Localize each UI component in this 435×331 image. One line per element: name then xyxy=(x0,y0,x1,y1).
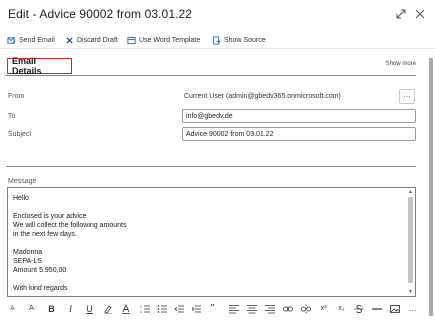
quote-icon[interactable]: ” xyxy=(207,303,218,314)
font-size-increase-icon[interactable]: A ⁺ xyxy=(27,303,38,314)
message-line: Hello xyxy=(13,195,29,202)
image-icon[interactable] xyxy=(389,303,400,314)
strikethrough-icon[interactable] xyxy=(353,303,364,314)
send-email-label: Send Email xyxy=(19,36,55,44)
link-icon[interactable] xyxy=(282,303,293,314)
to-input[interactable]: info@gbedv.de xyxy=(182,109,416,123)
page-scroll-thumb[interactable] xyxy=(429,58,433,316)
from-more-button[interactable]: ··· xyxy=(399,89,415,104)
scroll-up-icon[interactable]: ▲ xyxy=(408,189,413,195)
message-line xyxy=(13,203,403,212)
page-scrollbar[interactable] xyxy=(428,56,434,326)
bulleted-list-icon[interactable] xyxy=(156,303,167,314)
expand-icon[interactable] xyxy=(395,8,407,20)
align-center-icon[interactable] xyxy=(246,303,257,314)
editor-scroll-thumb[interactable] xyxy=(408,197,413,283)
message-line: in the next few days. xyxy=(13,231,77,238)
header-divider xyxy=(6,75,416,76)
email-details-header: Email Details Show more xyxy=(6,56,416,76)
discard-draft-label: Discard Draft xyxy=(77,36,118,44)
show-source-icon xyxy=(212,35,221,45)
message-line: SEPA-LS xyxy=(13,258,43,265)
from-label: From xyxy=(8,93,25,100)
message-line: Madonna xyxy=(13,249,43,256)
use-word-template-label: Use Word Template xyxy=(139,36,201,44)
align-left-icon[interactable] xyxy=(228,303,239,314)
unlink-icon[interactable] xyxy=(300,303,311,314)
format-toolbar: A ⁻ A ⁺ B I U 12 ” x² x₂ … xyxy=(0,300,435,318)
show-more-link[interactable]: Show more xyxy=(386,61,416,67)
superscript-icon[interactable]: x² xyxy=(318,303,329,314)
svg-text:1: 1 xyxy=(140,304,142,308)
message-label: Message xyxy=(8,178,37,185)
subject-input[interactable]: Advice 90002 from 03.01.22 xyxy=(182,127,416,141)
message-line xyxy=(13,275,403,284)
discard-icon xyxy=(66,36,73,44)
message-line: With kind regards xyxy=(13,285,68,292)
email-details-title: Email Details xyxy=(7,56,72,76)
page-title: Edit - Advice 90002 from 03.01.22 xyxy=(8,7,193,21)
message-body[interactable]: Hello Enclosed is your advice We will co… xyxy=(13,194,403,293)
title-bar: Edit - Advice 90002 from 03.01.22 xyxy=(0,0,435,30)
subscript-icon[interactable]: x₂ xyxy=(336,303,347,314)
align-right-icon[interactable] xyxy=(264,303,275,314)
horizontal-rule-icon[interactable] xyxy=(371,303,382,314)
discard-draft-button[interactable]: Discard Draft xyxy=(65,34,118,46)
close-icon[interactable] xyxy=(414,8,426,20)
italic-icon[interactable]: I xyxy=(65,303,76,314)
send-email-button[interactable]: Send Email xyxy=(7,34,55,46)
use-word-template-button[interactable]: Use Word Template xyxy=(127,34,200,46)
scroll-down-icon[interactable]: ▼ xyxy=(408,289,413,295)
from-value: Current User (admin@gbedv365.onmicrosoft… xyxy=(184,93,341,100)
message-line: Enclosed is your advice xyxy=(13,213,87,220)
indent-icon[interactable] xyxy=(190,303,201,314)
underline-icon[interactable]: U xyxy=(84,303,95,314)
font-size-decrease-icon[interactable]: A ⁻ xyxy=(8,303,19,314)
action-toolbar: Send Email Discard Draft Use Word Templa… xyxy=(0,31,435,49)
to-label: To xyxy=(8,113,16,120)
outdent-icon[interactable] xyxy=(173,303,184,314)
more-icon[interactable]: … xyxy=(407,303,418,314)
send-email-icon xyxy=(7,36,16,44)
font-color-icon[interactable] xyxy=(120,303,131,314)
bold-icon[interactable]: B xyxy=(46,303,57,314)
message-line: We will collect the following amounts xyxy=(13,222,127,229)
fields-divider xyxy=(6,166,416,167)
message-line: Amount 5.950,00 xyxy=(13,267,67,274)
message-line xyxy=(13,239,403,248)
editor-scrollbar[interactable]: ▲ ▼ xyxy=(407,189,414,295)
numbered-list-icon[interactable]: 12 xyxy=(139,303,150,314)
svg-text:2: 2 xyxy=(140,310,142,314)
subject-label: Subject xyxy=(8,131,32,138)
show-source-button[interactable]: Show Source xyxy=(212,34,266,46)
word-template-icon xyxy=(127,36,136,44)
show-source-label: Show Source xyxy=(224,36,266,44)
highlight-icon[interactable] xyxy=(102,303,113,314)
message-editor[interactable]: Hello Enclosed is your advice We will co… xyxy=(7,187,416,297)
